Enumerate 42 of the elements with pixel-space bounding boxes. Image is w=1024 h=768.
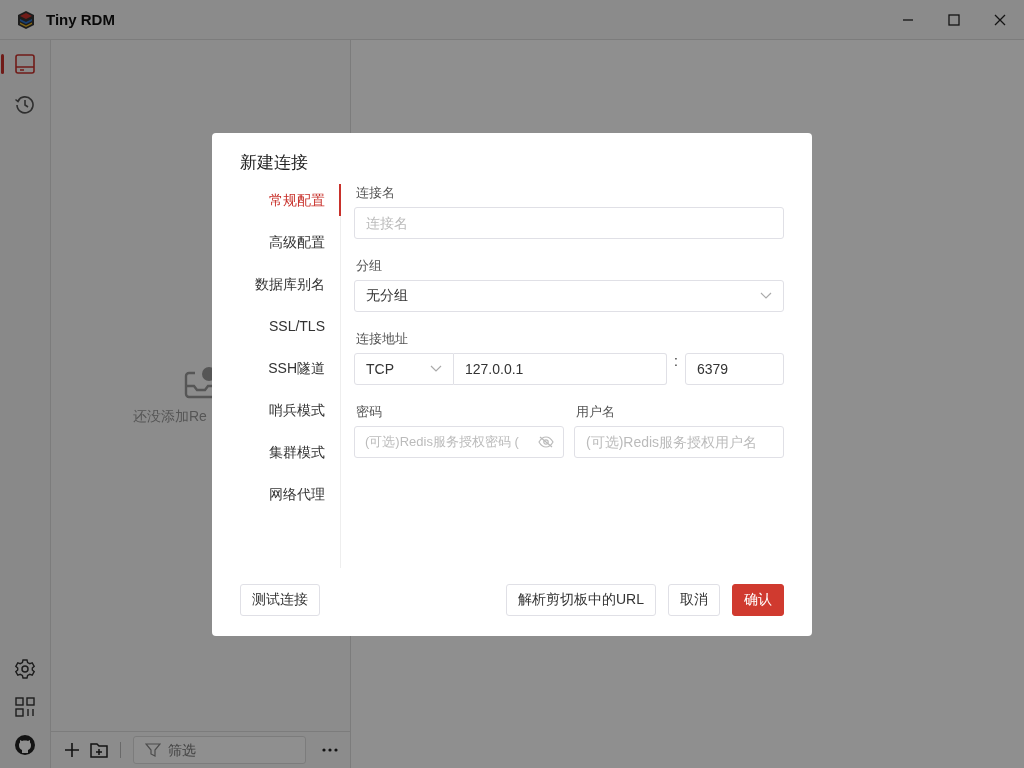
settings-tab[interactable]: 哨兵模式: [269, 393, 341, 426]
settings-tab[interactable]: SSH隧道: [268, 351, 341, 384]
settings-tab[interactable]: 网络代理: [269, 477, 341, 510]
settings-tab[interactable]: 高级配置: [269, 225, 341, 258]
history-icon[interactable]: [14, 94, 36, 116]
test-connection-button[interactable]: 测试连接: [240, 583, 320, 616]
dialog-title: 新建连接: [240, 151, 309, 174]
app-logo-icon: [16, 9, 36, 30]
more-icon[interactable]: [322, 748, 338, 752]
connection-name-field[interactable]: 连接名: [354, 206, 784, 239]
field-label: 密码: [356, 402, 383, 421]
confirm-button[interactable]: 确认: [732, 583, 784, 616]
filter-icon: [145, 742, 161, 758]
add-icon[interactable]: [64, 742, 80, 758]
add-folder-icon[interactable]: [90, 742, 108, 758]
field-label: 用户名: [576, 402, 616, 421]
settings-tab[interactable]: SSL/TLS: [268, 309, 341, 342]
dialog-button[interactable]: 解析剪切板中的URL: [506, 583, 656, 616]
maximize-icon[interactable]: [948, 13, 960, 26]
port-field[interactable]: 6379: [685, 352, 784, 385]
password-field[interactable]: (可选)Redis服务授权密码 (: [354, 425, 564, 458]
group-select[interactable]: 无分组: [354, 279, 784, 312]
window-title: Tiny RDM: [46, 11, 115, 28]
field-label: 连接地址: [356, 329, 409, 348]
protocol-select[interactable]: TCP: [354, 352, 454, 385]
username-field[interactable]: (可选)Redis服务授权用户名: [574, 425, 784, 458]
settings-icon[interactable]: [14, 658, 36, 680]
settings-tab[interactable]: 常规配置: [269, 183, 341, 216]
close-icon[interactable]: [994, 13, 1006, 26]
grid-icon[interactable]: [14, 696, 36, 718]
filter-field[interactable]: 筛选: [133, 736, 306, 764]
field-label: 分组: [356, 256, 383, 275]
settings-tab[interactable]: 数据库别名: [255, 267, 341, 300]
field-label: 连接名: [356, 183, 396, 202]
github-icon[interactable]: [14, 734, 36, 756]
chevron-down-icon: [760, 291, 772, 300]
host-field[interactable]: 127.0.0.1: [454, 352, 667, 385]
chevron-down-icon: [430, 364, 442, 373]
settings-tab[interactable]: 集群模式: [269, 435, 341, 468]
dialog-button[interactable]: 取消: [668, 583, 720, 616]
server-icon[interactable]: [14, 53, 36, 75]
port-separator: :: [673, 352, 679, 369]
